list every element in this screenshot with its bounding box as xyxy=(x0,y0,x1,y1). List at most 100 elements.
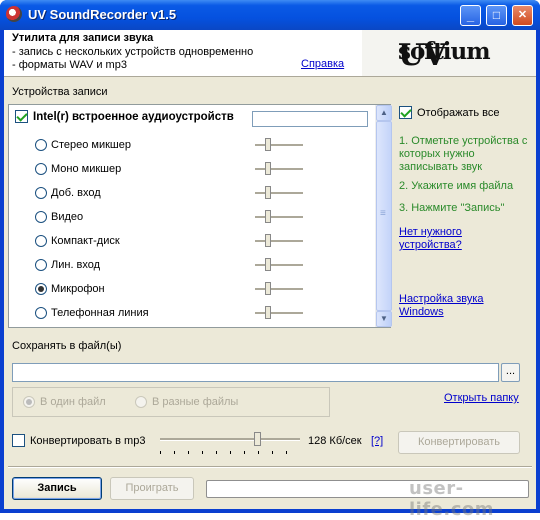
record-button[interactable]: Запись xyxy=(12,477,102,500)
watermark: user-life.com xyxy=(409,478,495,520)
app-icon xyxy=(6,6,22,22)
input-radio[interactable] xyxy=(35,187,47,199)
volume-slider[interactable] xyxy=(255,303,303,323)
input-radio[interactable] xyxy=(35,163,47,175)
open-folder-link[interactable]: Открыть папку xyxy=(444,392,519,404)
bitrate-thumb[interactable] xyxy=(254,432,261,446)
browse-button[interactable]: ... xyxy=(501,363,520,382)
convert-mp3-label: Конвертировать в mp3 xyxy=(30,434,146,447)
input-label: Телефонная линия xyxy=(51,307,149,319)
single-file-option[interactable]: В один файл xyxy=(23,396,106,408)
devices-panel: Intel(r) встроенное аудиоустройств Стере… xyxy=(8,104,392,328)
volume-slider[interactable] xyxy=(255,255,303,275)
maximize-button[interactable]: □ xyxy=(486,5,507,26)
slider-thumb[interactable] xyxy=(265,306,271,319)
input-radio[interactable] xyxy=(35,259,47,271)
file-path-field[interactable] xyxy=(12,363,499,382)
slider-thumb[interactable] xyxy=(265,162,271,175)
missing-device-link[interactable]: Нет нужного устройства? xyxy=(399,226,479,252)
input-row-microphone[interactable]: Микрофон xyxy=(35,279,105,299)
volume-slider[interactable] xyxy=(255,183,303,203)
separate-files-option[interactable]: В разные файлы xyxy=(135,396,238,408)
show-all-checkbox[interactable] xyxy=(399,106,412,119)
main-device-label: Intel(r) встроенное аудиоустройств xyxy=(33,110,234,123)
input-label: Стерео микшер xyxy=(51,139,131,151)
single-file-label: В один файл xyxy=(40,396,106,408)
slider-thumb[interactable] xyxy=(265,210,271,223)
client-area: Утилита для записи звука - запись с неск… xyxy=(4,30,536,520)
help-link[interactable]: Справка xyxy=(301,58,344,70)
bitrate-track xyxy=(160,438,300,441)
slider-thumb[interactable] xyxy=(265,258,271,271)
bitrate-slider[interactable] xyxy=(160,430,300,456)
volume-slider[interactable] xyxy=(255,231,303,251)
sound-settings-link[interactable]: Настройка звука Windows xyxy=(399,293,499,319)
input-row-aux[interactable]: Доб. вход xyxy=(35,183,101,203)
input-radio[interactable] xyxy=(35,211,47,223)
header-title: Утилита для записи звука xyxy=(12,32,154,44)
slider-track xyxy=(255,144,303,147)
input-label: Моно микшер xyxy=(51,163,122,175)
app-window: UV SoundRecorder v1.5 _ □ ✕ Утилита для … xyxy=(0,0,540,520)
play-button[interactable]: Проиграть xyxy=(110,477,194,500)
input-label: Компакт-диск xyxy=(51,235,120,247)
minimize-button[interactable]: _ xyxy=(460,5,481,26)
slider-track xyxy=(255,288,303,291)
scroll-thumb[interactable] xyxy=(376,121,392,311)
input-row-phone-line[interactable]: Телефонная линия xyxy=(35,303,149,323)
volume-slider[interactable] xyxy=(255,279,303,299)
input-label: Видео xyxy=(51,211,84,223)
convert-mp3-toggle[interactable]: Конвертировать в mp3 xyxy=(12,434,145,447)
slider-thumb[interactable] xyxy=(265,186,271,199)
devices-scrollbar[interactable]: ▲ ▼ xyxy=(375,105,392,327)
input-label: Доб. вход xyxy=(51,187,101,199)
bitrate-help-link[interactable]: [?] xyxy=(371,435,383,447)
input-label: Микрофон xyxy=(51,283,105,295)
divider xyxy=(8,466,532,468)
show-all-toggle[interactable]: Отображать все xyxy=(399,106,500,119)
header-feature-1: - запись с нескольких устройств одноврем… xyxy=(12,46,254,58)
show-all-label: Отображать все xyxy=(417,106,500,119)
slider-thumb[interactable] xyxy=(265,282,271,295)
slider-track xyxy=(255,168,303,171)
device-name-field[interactable] xyxy=(252,111,368,127)
input-row-video[interactable]: Видео xyxy=(35,207,83,227)
bitrate-ticks xyxy=(160,451,300,454)
convert-button[interactable]: Конвертировать xyxy=(398,431,520,454)
logo-text-softium: softium xyxy=(398,38,491,65)
close-button[interactable]: ✕ xyxy=(512,5,533,26)
volume-slider[interactable] xyxy=(255,135,303,155)
single-file-radio[interactable] xyxy=(23,396,35,408)
input-row-line-in[interactable]: Лин. вход xyxy=(35,255,100,275)
separate-files-label: В разные файлы xyxy=(152,396,239,408)
input-radio[interactable] xyxy=(35,307,47,319)
input-radio[interactable] xyxy=(35,235,47,247)
volume-slider[interactable] xyxy=(255,159,303,179)
slider-track xyxy=(255,312,303,315)
window-title: UV SoundRecorder v1.5 xyxy=(28,7,177,22)
input-row-stereo-mixer[interactable]: Стерео микшер xyxy=(35,135,131,155)
slider-track xyxy=(255,216,303,219)
volume-slider[interactable] xyxy=(255,207,303,227)
recording-devices-label: Устройства записи xyxy=(12,86,108,98)
slider-thumb[interactable] xyxy=(265,234,271,247)
separate-files-radio[interactable] xyxy=(135,396,147,408)
input-row-mono-mixer[interactable]: Моно микшер xyxy=(35,159,121,179)
input-radio[interactable] xyxy=(35,283,47,295)
convert-mp3-checkbox[interactable] xyxy=(12,434,25,447)
instruction-step-1: 1. Отметьте устройства с которых нужно з… xyxy=(399,135,528,173)
input-label: Лин. вход xyxy=(51,259,101,271)
save-to-files-label: Сохранять в файл(ы) xyxy=(12,340,122,352)
instruction-step-2: 2. Укажите имя файла xyxy=(399,180,514,192)
main-device-checkbox[interactable] xyxy=(15,110,28,123)
title-bar[interactable]: UV SoundRecorder v1.5 _ □ ✕ xyxy=(0,0,540,30)
slider-track xyxy=(255,264,303,267)
scroll-down-icon[interactable]: ▼ xyxy=(376,311,392,327)
input-row-cd[interactable]: Компакт-диск xyxy=(35,231,120,251)
file-mode-group: В один файл В разные файлы xyxy=(12,387,330,417)
input-radio[interactable] xyxy=(35,139,47,151)
scroll-up-icon[interactable]: ▲ xyxy=(376,105,392,121)
main-device[interactable]: Intel(r) встроенное аудиоустройств xyxy=(15,110,234,123)
slider-thumb[interactable] xyxy=(265,138,271,151)
slider-track xyxy=(255,192,303,195)
